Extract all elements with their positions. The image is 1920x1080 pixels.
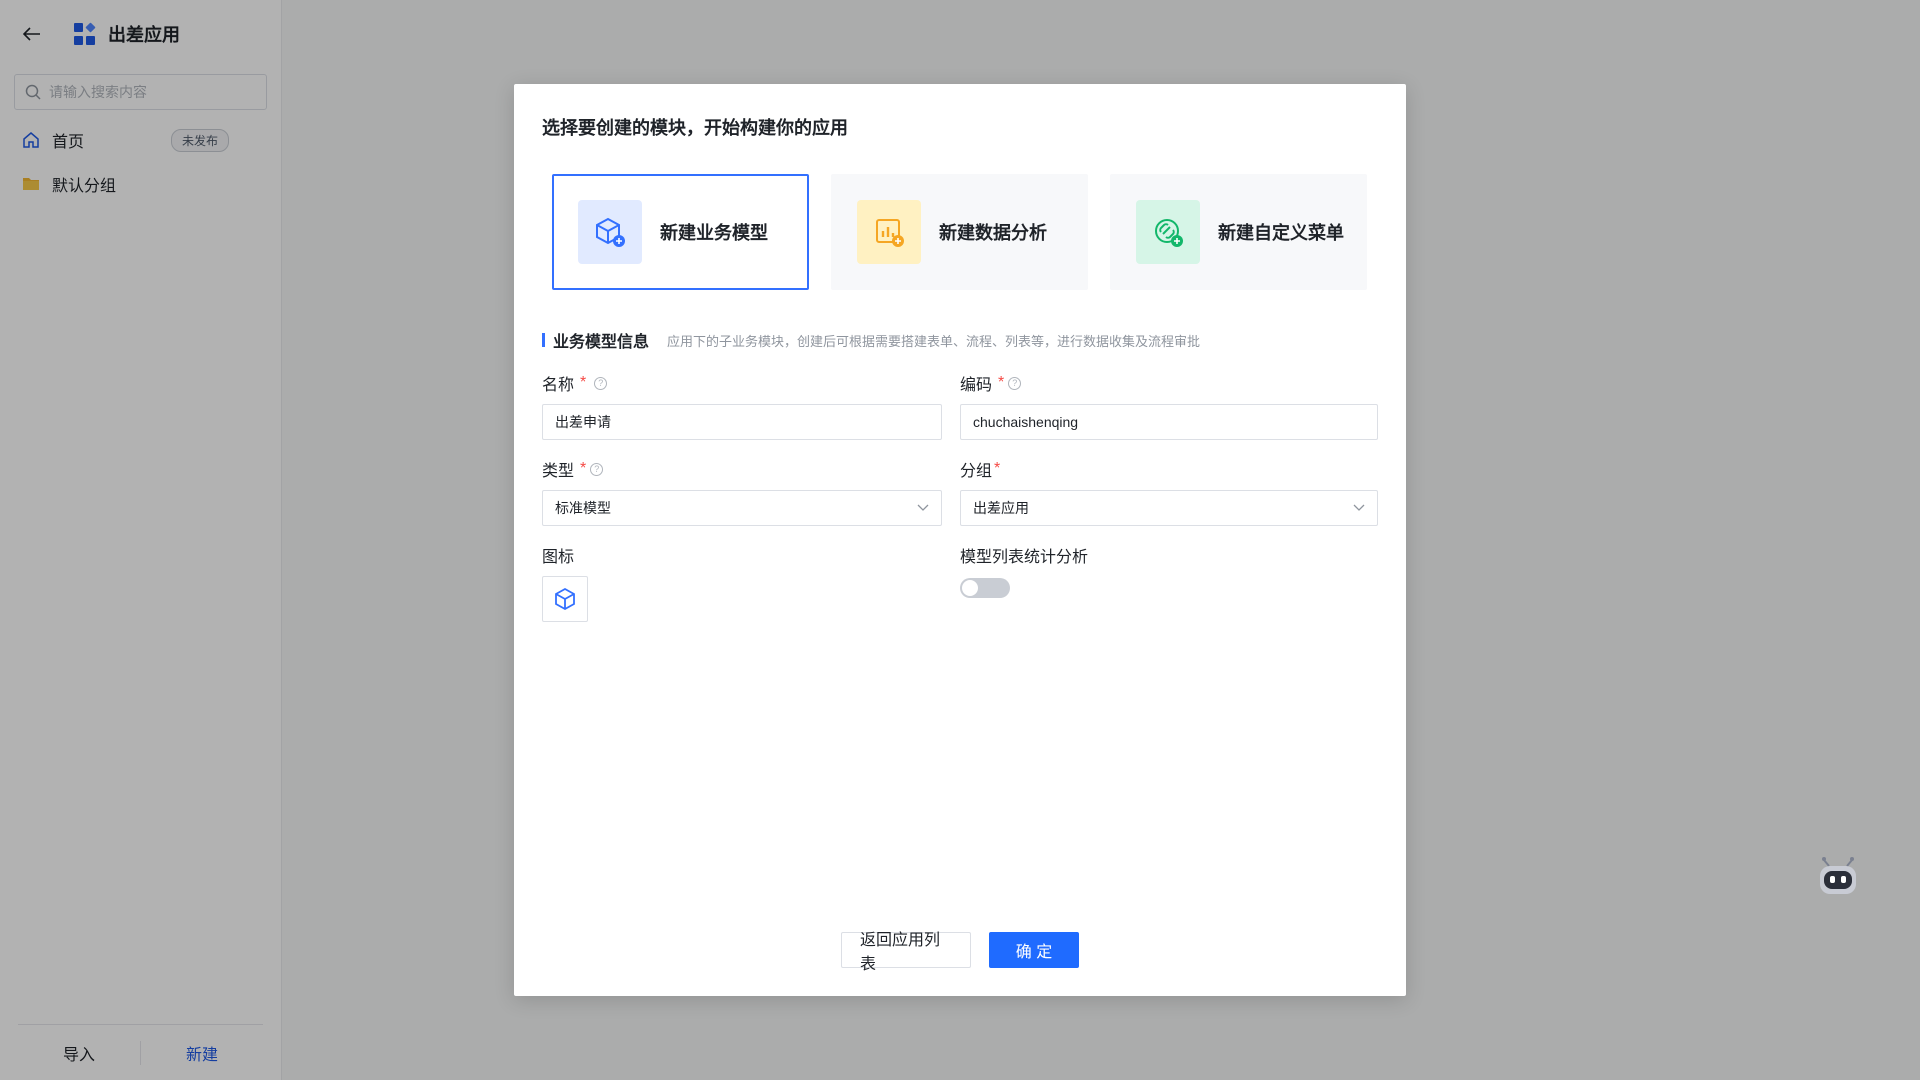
card-custom-menu[interactable]: 新建自定义菜单	[1110, 174, 1367, 290]
group-label: 分组 *	[960, 460, 1001, 480]
link-plus-icon	[1136, 200, 1200, 264]
stats-label: 模型列表统计分析	[960, 549, 1089, 566]
confirm-button[interactable]: 确 定	[989, 932, 1079, 968]
name-input[interactable]	[542, 404, 942, 440]
dialog-title: 选择要创建的模块，开始构建你的应用	[542, 118, 848, 138]
name-input-box[interactable]	[555, 414, 929, 430]
card-label: 新建自定义菜单	[1218, 223, 1344, 243]
help-icon[interactable]: ?	[1008, 376, 1022, 390]
code-field: 编码 *?	[960, 372, 1378, 440]
card-business-model[interactable]: 新建业务模型	[552, 174, 809, 290]
section-header: 业务模型信息 应用下的子业务模块，创建后可根据需要搭建表单、流程、列表等，进行数…	[542, 328, 1200, 352]
required-mark: *	[580, 374, 587, 391]
create-module-dialog: 选择要创建的模块，开始构建你的应用 新建业务模型 新建数据分析 新建自定义菜单 …	[514, 84, 1406, 996]
back-to-list-button[interactable]: 返回应用列表	[841, 932, 971, 973]
chevron-down-icon	[1353, 504, 1365, 511]
assistant-robot-icon[interactable]	[1814, 852, 1862, 900]
chart-plus-icon	[857, 200, 921, 264]
section-bar	[542, 333, 545, 347]
required-mark: *	[994, 460, 1001, 477]
stats-toggle[interactable]	[960, 578, 1010, 598]
card-data-analysis[interactable]: 新建数据分析	[831, 174, 1088, 290]
card-label: 新建业务模型	[660, 223, 768, 243]
help-icon[interactable]: ?	[594, 376, 608, 390]
section-title: 业务模型信息	[553, 334, 650, 351]
type-select-value: 标准模型	[555, 500, 611, 516]
dialog-footer: 返回应用列表 确 定	[514, 932, 1406, 973]
group-select[interactable]: 出差应用	[960, 490, 1378, 526]
help-icon[interactable]: ?	[590, 462, 604, 476]
group-field: 分组 * 出差应用	[960, 458, 1378, 526]
required-mark: *	[998, 374, 1005, 391]
card-label: 新建数据分析	[939, 223, 1047, 243]
type-select[interactable]: 标准模型	[542, 490, 942, 526]
type-field: 类型 *? 标准模型	[542, 458, 942, 526]
chevron-down-icon	[917, 504, 929, 511]
module-cards: 新建业务模型 新建数据分析 新建自定义菜单	[552, 174, 1389, 290]
required-mark: *	[580, 460, 587, 477]
icon-label: 图标	[542, 549, 575, 566]
icon-field: 图标	[542, 544, 588, 622]
code-input[interactable]	[960, 404, 1378, 440]
cube-icon	[555, 587, 575, 611]
stats-field: 模型列表统计分析	[960, 544, 1088, 598]
type-label: 类型 *?	[542, 458, 942, 480]
name-label: 名称 *?	[542, 372, 942, 394]
group-select-value: 出差应用	[973, 500, 1029, 516]
cube-plus-icon	[578, 200, 642, 264]
code-label: 编码 *?	[960, 372, 1378, 394]
section-description: 应用下的子业务模块，创建后可根据需要搭建表单、流程、列表等，进行数据收集及流程审…	[667, 333, 1201, 349]
name-field: 名称 *?	[542, 372, 942, 440]
icon-picker[interactable]	[542, 576, 588, 622]
code-input-box[interactable]	[973, 414, 1365, 430]
